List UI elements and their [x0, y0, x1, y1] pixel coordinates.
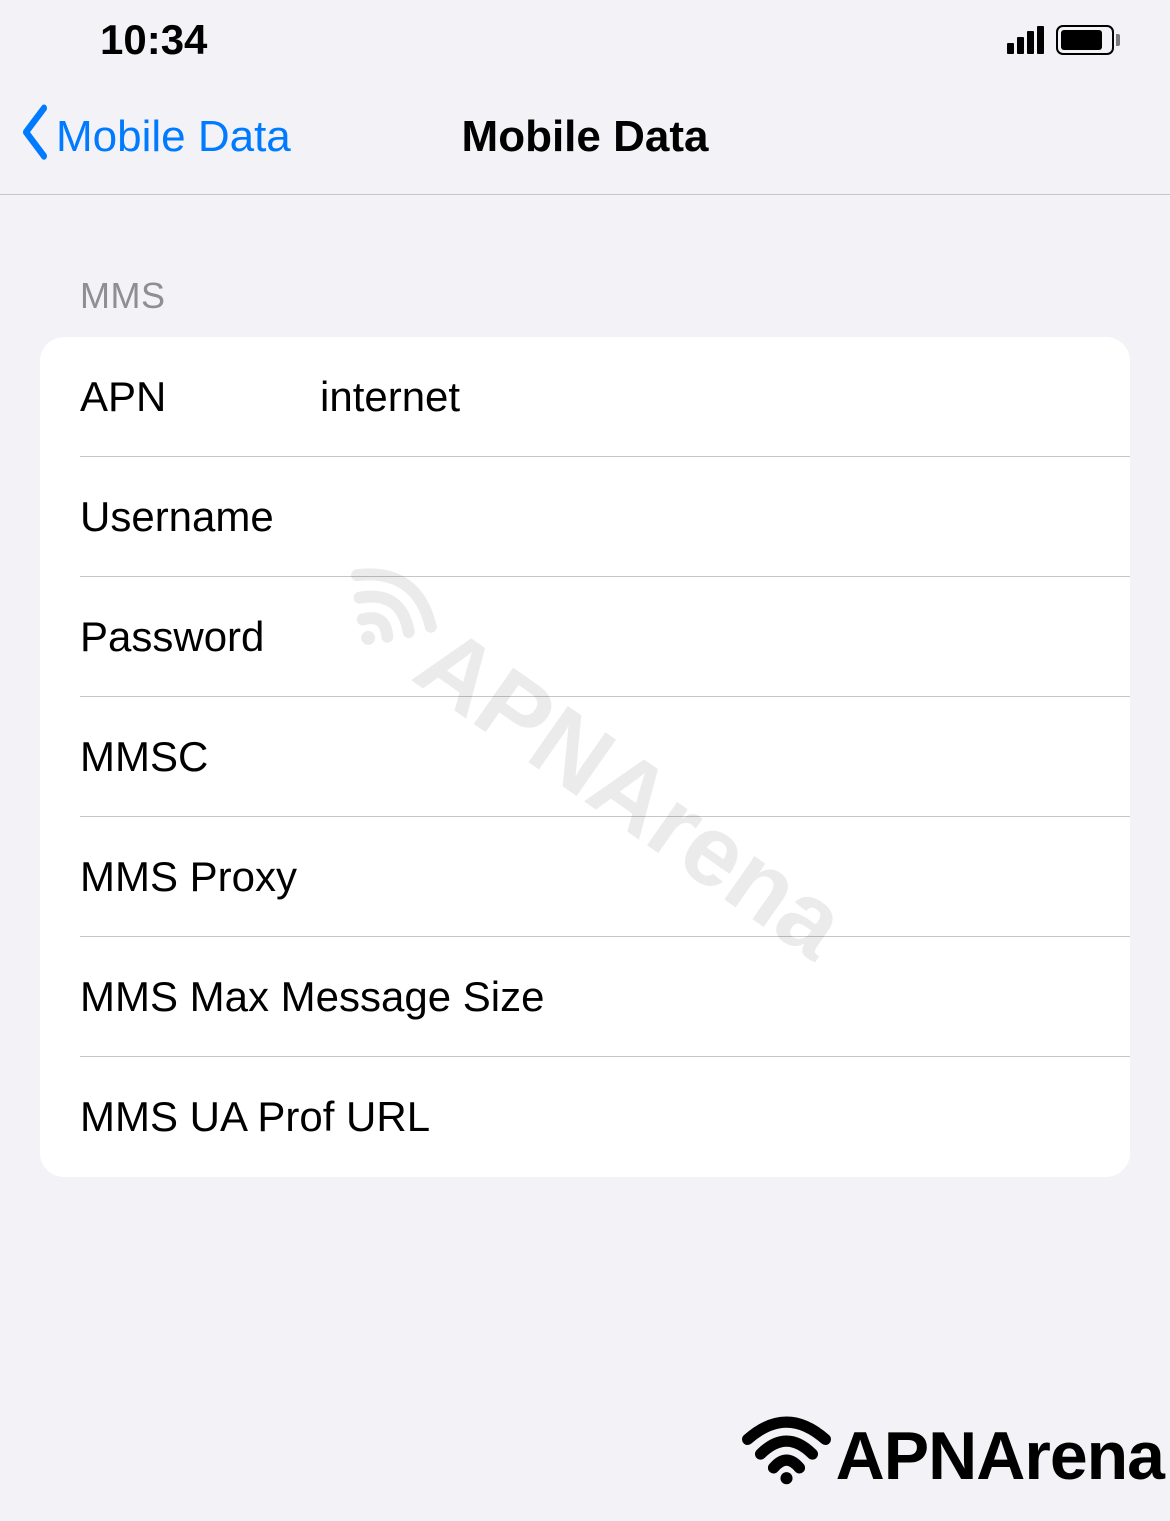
section-header: MMS [0, 275, 1170, 337]
apn-row[interactable]: APN [40, 337, 1130, 457]
password-row[interactable]: Password [40, 577, 1130, 697]
mmsc-input[interactable] [320, 733, 1090, 781]
apn-input[interactable] [320, 373, 1090, 421]
back-button[interactable]: Mobile Data [20, 105, 291, 170]
status-bar: 10:34 [0, 0, 1170, 80]
mmsc-row[interactable]: MMSC [40, 697, 1130, 817]
battery-icon [1056, 25, 1120, 55]
navigation-bar: Mobile Data Mobile Data [0, 80, 1170, 195]
footer-logo-text: APNArena [836, 1417, 1164, 1495]
mms-proxy-row[interactable]: MMS Proxy [40, 817, 1130, 937]
mms-ua-prof-row[interactable]: MMS UA Prof URL [40, 1057, 1130, 1177]
status-indicators [1007, 25, 1120, 55]
mms-ua-prof-label: MMS UA Prof URL [80, 1093, 1090, 1141]
content: MMS APN Username Password MMSC MMS Proxy… [0, 195, 1170, 1177]
wifi-icon [739, 1409, 834, 1503]
back-label: Mobile Data [56, 112, 291, 162]
mms-max-size-row[interactable]: MMS Max Message Size [40, 937, 1130, 1057]
signal-icon [1007, 26, 1044, 54]
settings-list: APN Username Password MMSC MMS Proxy MMS… [40, 337, 1130, 1177]
password-input[interactable] [320, 613, 1090, 661]
page-title: Mobile Data [462, 112, 709, 162]
username-input[interactable] [320, 493, 1090, 541]
chevron-left-icon [20, 98, 48, 176]
username-label: Username [80, 493, 320, 541]
status-time: 10:34 [100, 16, 207, 64]
mms-proxy-input[interactable] [549, 853, 1090, 901]
mms-proxy-label: MMS Proxy [80, 853, 549, 901]
footer-logo: APNArena [739, 1409, 1164, 1503]
mmsc-label: MMSC [80, 733, 320, 781]
apn-label: APN [80, 373, 320, 421]
password-label: Password [80, 613, 320, 661]
username-row[interactable]: Username [40, 457, 1130, 577]
mms-max-size-label: MMS Max Message Size [80, 973, 1090, 1021]
